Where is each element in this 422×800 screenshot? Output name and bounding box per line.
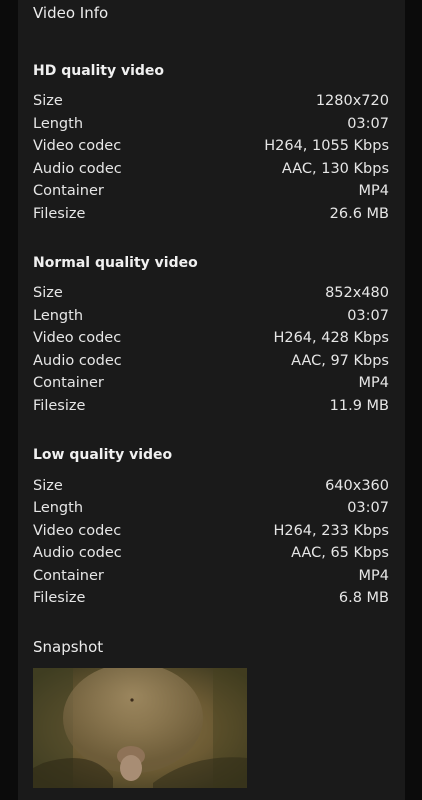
normal-quality-title: Normal quality video (33, 255, 198, 271)
hd-length-row: Length 03:07 (33, 113, 389, 135)
row-label: Audio codec (33, 353, 122, 369)
normal-length-row: Length 03:07 (33, 305, 389, 327)
row-label: Audio codec (33, 545, 122, 561)
low-container-row: Container MP4 (33, 565, 389, 587)
low-filesize-row: Filesize 6.8 MB (33, 587, 389, 609)
normal-container-row: Container MP4 (33, 372, 389, 394)
row-value: 6.8 MB (338, 590, 389, 606)
row-label: Video codec (33, 330, 122, 346)
row-value: 640x360 (325, 478, 389, 494)
row-value: MP4 (358, 375, 389, 391)
hd-audio-codec-row: Audio codec AAC, 130 Kbps (33, 158, 389, 180)
hd-video-codec-row: Video codec H264, 1055 Kbps (33, 135, 389, 157)
low-quality-title: Low quality video (33, 447, 173, 463)
row-label: Video codec (33, 523, 122, 539)
row-value: MP4 (358, 183, 389, 199)
hd-size-row: Size 1280x720 (33, 90, 389, 112)
row-value: 03:07 (347, 116, 389, 132)
row-label: Size (33, 478, 63, 494)
normal-size-row: Size 852x480 (33, 282, 389, 304)
row-value: AAC, 97 Kbps (291, 353, 389, 369)
row-label: Length (33, 308, 84, 324)
low-video-codec-row: Video codec H264, 233 Kbps (33, 520, 389, 542)
row-label: Size (33, 93, 63, 109)
row-value: 852x480 (325, 285, 389, 301)
hd-quality-title: HD quality video (33, 63, 164, 79)
row-label: Container (33, 183, 104, 199)
row-value: AAC, 130 Kbps (281, 161, 389, 177)
snapshot-image (33, 668, 247, 788)
row-value: 03:07 (347, 308, 389, 324)
row-label: Container (33, 568, 104, 584)
low-length-row: Length 03:07 (33, 497, 389, 519)
row-value: AAC, 65 Kbps (291, 545, 389, 561)
row-value: 11.9 MB (329, 398, 389, 414)
normal-video-codec-row: Video codec H264, 428 Kbps (33, 327, 389, 349)
normal-filesize-row: Filesize 11.9 MB (33, 395, 389, 417)
hd-filesize-row: Filesize 26.6 MB (33, 203, 389, 225)
row-label: Video codec (33, 138, 122, 154)
row-label: Length (33, 500, 84, 516)
row-value: 26.6 MB (329, 206, 389, 222)
row-value: MP4 (358, 568, 389, 584)
row-value: H264, 428 Kbps (273, 330, 389, 346)
row-label: Filesize (33, 590, 86, 606)
row-label: Size (33, 285, 63, 301)
hd-container-row: Container MP4 (33, 180, 389, 202)
row-label: Audio codec (33, 161, 122, 177)
low-size-row: Size 640x360 (33, 475, 389, 497)
snapshot-heading: Snapshot (33, 638, 104, 656)
normal-audio-codec-row: Audio codec AAC, 97 Kbps (33, 350, 389, 372)
row-value: H264, 233 Kbps (273, 523, 389, 539)
row-value: 03:07 (347, 500, 389, 516)
row-value: 1280x720 (315, 93, 389, 109)
row-label: Length (33, 116, 84, 132)
row-value: H264, 1055 Kbps (264, 138, 389, 154)
low-audio-codec-row: Audio codec AAC, 65 Kbps (33, 542, 389, 564)
row-label: Filesize (33, 398, 86, 414)
snapshot-thumbnail[interactable] (33, 668, 247, 788)
row-label: Filesize (33, 206, 86, 222)
video-info-heading: Video Info (33, 4, 109, 22)
row-label: Container (33, 375, 104, 391)
